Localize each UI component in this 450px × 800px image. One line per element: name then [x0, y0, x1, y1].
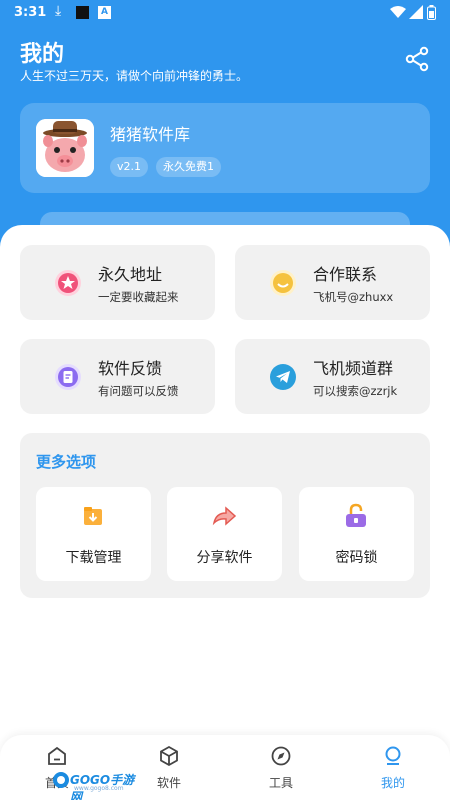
version-badge: v2.1 [110, 157, 149, 177]
watermark-logo-icon [53, 772, 69, 788]
page-title: 我的 [20, 42, 65, 67]
watermark-subtext: www.gogo8.com [74, 785, 124, 792]
tile-permanent-address[interactable]: 永久地址 一定要收藏起来 [20, 245, 215, 320]
download-folder-icon [84, 507, 102, 525]
feedback-icon [55, 364, 81, 390]
tile-subtitle: 一定要收藏起来 [98, 290, 179, 304]
tab-mine[interactable]: 我的 [348, 745, 438, 795]
more-options-panel: 更多选项 下载管理 分享软件 密码锁 [20, 433, 430, 598]
compass-icon [271, 746, 291, 766]
smile-icon [270, 270, 296, 296]
cube-icon [160, 745, 178, 767]
tab-label: 我的 [380, 776, 405, 790]
tile-telegram[interactable]: 飞机频道群 可以搜索@zzrjk [235, 339, 430, 414]
tag-badge: 永久免费1 [156, 157, 221, 177]
option-label: 密码锁 [335, 550, 378, 566]
tile-title: 软件反馈 [98, 359, 163, 378]
watermark: GOGO手游网 www.gogo8.com [52, 770, 138, 800]
option-share-software[interactable]: 分享软件 [167, 487, 282, 581]
tile-title: 飞机频道群 [313, 359, 394, 378]
tile-subtitle: 可以搜索@zzrjk [313, 384, 398, 398]
tile-subtitle: 飞机号@zhuxx [313, 290, 394, 304]
option-password-lock[interactable]: 密码锁 [299, 487, 414, 581]
star-icon [55, 270, 81, 296]
share-arrow-icon [212, 506, 237, 526]
tile-contact[interactable]: 合作联系 飞机号@zhuxx [235, 245, 430, 320]
black-square-icon [76, 6, 89, 19]
status-time: 3:31 [14, 5, 47, 20]
option-label: 分享软件 [196, 550, 253, 566]
tile-feedback[interactable]: 软件反馈 有问题可以反馈 [20, 339, 215, 414]
profile-card[interactable]: 猪猪软件库 v2.1 永久免费1 [20, 103, 430, 193]
wifi-icon [390, 6, 406, 18]
telegram-icon [270, 364, 296, 390]
option-label: 下载管理 [65, 550, 122, 566]
user-icon [385, 746, 401, 765]
signal-icon [409, 5, 423, 19]
pig-avatar [36, 119, 94, 177]
battery-icon [427, 5, 436, 20]
more-options-title: 更多选项 [36, 453, 97, 471]
download-icon: ⤓ [55, 3, 62, 19]
share-icon[interactable] [404, 46, 430, 72]
status-bar: 3:31 ⤓ A [0, 0, 450, 26]
page-subtitle: 人生不过三万天，请做个向前冲锋的勇士。 [20, 69, 249, 83]
tab-label: 工具 [268, 776, 293, 790]
tab-tools[interactable]: 工具 [236, 745, 326, 795]
app-name: 猪猪软件库 [110, 125, 191, 144]
a-icon: A [98, 6, 111, 19]
tile-title: 永久地址 [98, 265, 163, 284]
tile-title: 合作联系 [313, 265, 378, 284]
bottom-tab-bar: 首页 软件 工具 我的 [0, 735, 450, 800]
tile-subtitle: 有问题可以反馈 [98, 384, 179, 398]
avatar [36, 119, 94, 177]
option-download-manager[interactable]: 下载管理 [36, 487, 151, 581]
home-icon [48, 746, 66, 765]
lock-icon [346, 503, 366, 527]
